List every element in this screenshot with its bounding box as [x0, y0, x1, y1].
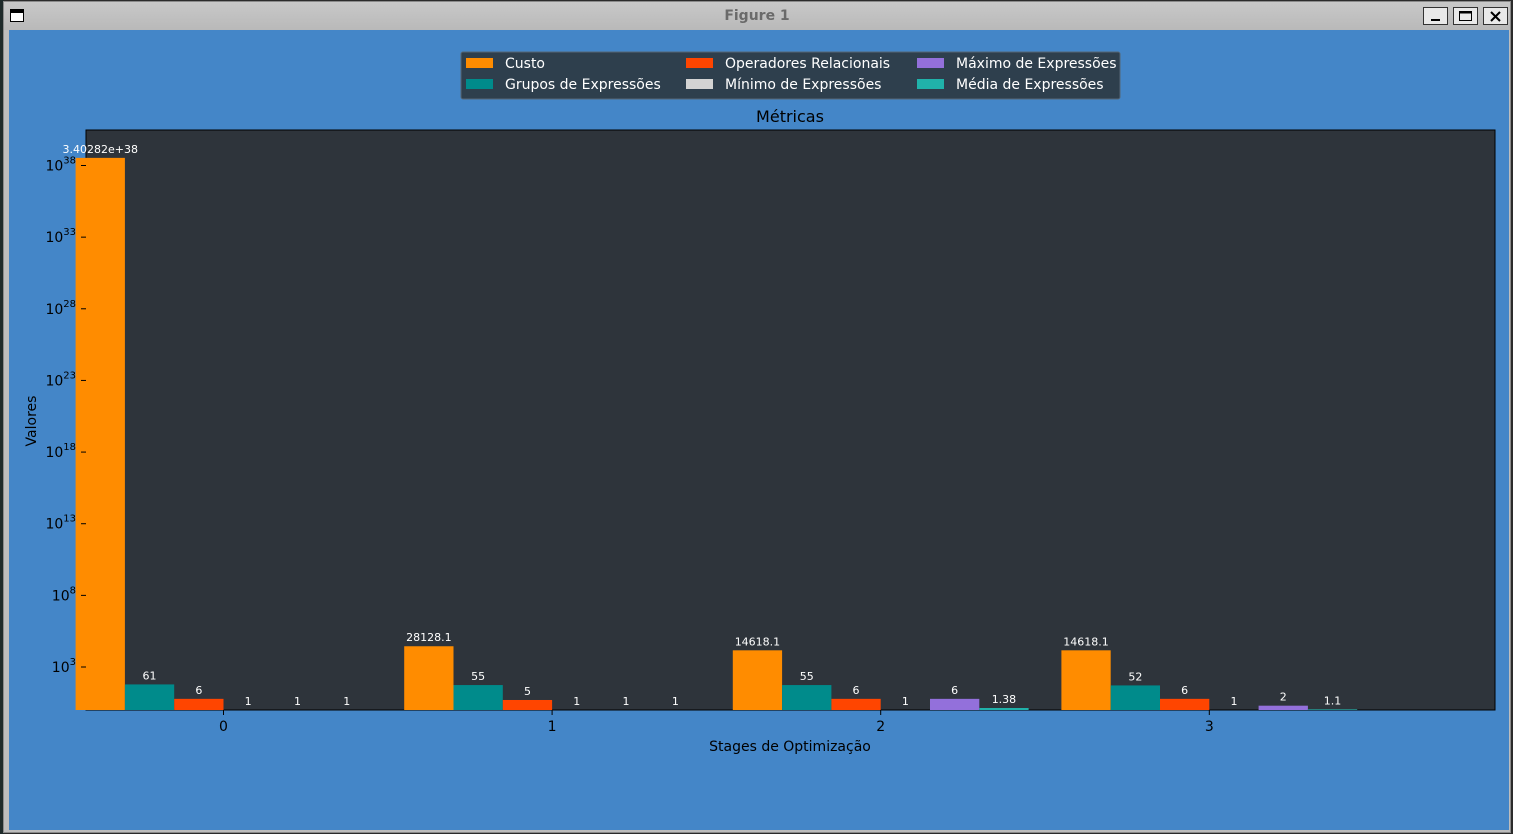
bar-value-label: 61 [143, 669, 157, 682]
bar-value-label: 5 [524, 685, 531, 698]
legend: Custo Grupos de Expressões Operadores Rela… [460, 51, 1121, 100]
bar-value-label: 1 [343, 695, 350, 708]
x-tick-label: 1 [548, 719, 557, 735]
close-icon [1490, 11, 1501, 22]
bar [782, 685, 832, 710]
minimize-button[interactable] [1423, 7, 1448, 25]
legend-swatch [466, 79, 493, 89]
bar [174, 698, 224, 710]
x-tick-label: 0 [219, 719, 228, 735]
bar [1061, 650, 1111, 710]
bar-chart: 3.40282e+3828128.1 14618.1 14618.161 55 55 52… [24, 51, 1496, 755]
bar [831, 698, 881, 710]
maximize-icon [1459, 11, 1472, 21]
y-tick-label: 1033 [45, 227, 76, 246]
bar-value-label: 28128.1 [406, 631, 452, 644]
legend-swatch [686, 79, 713, 89]
legend-swatch [917, 58, 944, 68]
bar [1160, 698, 1210, 710]
bar-value-label: 52 [1128, 670, 1142, 683]
figure-window: Figure 1 3.40282e+38 28128.1 14618.1 14618.… [3, 1, 1511, 833]
bar [979, 707, 1029, 710]
bar [453, 685, 503, 710]
bar-value-label: 1 [245, 695, 252, 708]
legend-label: Operadores Relacionais [725, 56, 890, 72]
bar-value-label: 6 [195, 684, 202, 697]
x-tick-label: 2 [876, 719, 885, 735]
bar-value-label: 1 [573, 695, 580, 708]
bar-value-label: 14618.1 [1063, 635, 1109, 648]
bar-value-label: 3.40282e+38 [63, 143, 138, 156]
bar [1110, 685, 1160, 710]
legend-swatch [686, 58, 713, 68]
close-button[interactable] [1483, 7, 1508, 25]
bar-value-label: 14618.1 [735, 635, 781, 648]
y-tick-label: 1028 [45, 299, 76, 318]
bar [930, 698, 980, 710]
bar-value-label: 1 [294, 695, 301, 708]
bar [1258, 705, 1308, 710]
window-titlebar[interactable]: Figure 1 [4, 2, 1510, 30]
legend-swatch [466, 58, 493, 68]
bar [502, 699, 553, 710]
minimize-icon [1431, 19, 1440, 21]
y-tick-label: 1038 [45, 155, 76, 174]
bar [404, 646, 454, 710]
bar-value-label: 2 [1280, 691, 1287, 704]
bar-value-label: 1 [902, 695, 909, 708]
bar [124, 684, 175, 710]
bar-value-label: 6 [1181, 684, 1188, 697]
bar [1307, 709, 1358, 710]
bar-value-label: 1 [623, 695, 630, 708]
y-tick-label: 1018 [45, 442, 76, 461]
bar-value-label: 6 [853, 684, 860, 697]
bar [732, 650, 783, 710]
x-tick-label: 3 [1205, 719, 1214, 735]
bar-value-label: 1 [672, 695, 679, 708]
bar [75, 157, 125, 710]
bar-value-label: 6 [951, 684, 958, 697]
maximize-button[interactable] [1453, 7, 1478, 25]
bar-value-label: 55 [800, 670, 814, 683]
y-tick-label: 1023 [45, 370, 76, 389]
y-tick-label: 108 [52, 585, 76, 604]
plot-area [85, 129, 1496, 711]
bar-value-label: 55 [471, 670, 485, 683]
legend-label: Mínimo de Expressões [725, 77, 881, 93]
y-tick-label: 103 [52, 657, 76, 676]
figure-canvas[interactable]: 3.40282e+38 28128.1 14618.1 14618.1 61 55 55 52… [9, 30, 1509, 830]
legend-swatch [917, 79, 944, 89]
legend-label: Média de Expressões [956, 77, 1104, 93]
bar-value-label: 1 [1230, 695, 1237, 708]
bar-value-label: 1.38 [992, 693, 1017, 706]
legend-label: Custo [505, 56, 545, 72]
y-tick-label: 1013 [45, 514, 76, 533]
x-axis: 0 1 2 3 [219, 710, 1214, 735]
chart-title: Métricas [756, 107, 824, 126]
x-axis-label: Stages de Optimização [709, 739, 871, 755]
window-title: Figure 1 [724, 8, 790, 24]
legend-label: Grupos de Expressões [505, 77, 661, 93]
y-axis-label: Valores [24, 396, 40, 447]
bar-value-label: 1.1 [1324, 694, 1342, 707]
legend-label: Máximo de Expressões [956, 56, 1117, 72]
